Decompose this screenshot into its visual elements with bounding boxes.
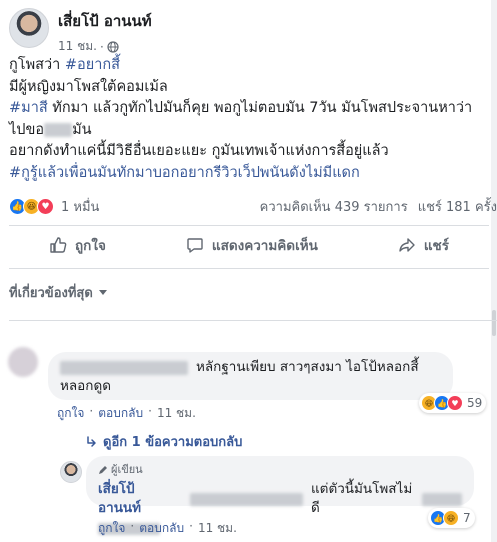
post-author-name[interactable]: เสี่ยโป้ อานนท์	[58, 9, 152, 33]
comment-sort-dropdown[interactable]: ที่เกี่ยวข้องที่สุด	[9, 282, 107, 303]
reply-actions: ถูกใจ · ตอบกลับ · 11 ชม.	[98, 519, 237, 538]
divider	[9, 320, 497, 321]
divider	[9, 225, 489, 226]
hashtag-link[interactable]: #มาสี	[9, 100, 48, 116]
censored-commenter-name[interactable]	[60, 360, 188, 375]
hashtag-link[interactable]: #อยากสี้	[65, 57, 120, 73]
like-label: ถูกใจ	[75, 238, 106, 254]
page-scrollbar[interactable]	[491, 0, 497, 542]
reply-timestamp[interactable]: 11 ชม.	[198, 519, 237, 538]
like-button[interactable]: ถูกใจ	[49, 234, 106, 256]
post-text: มัน	[72, 121, 92, 138]
haha-reaction-icon: 😆	[443, 510, 459, 526]
reply-author-name[interactable]: เสี่ยโป้ อานนท์	[98, 480, 182, 518]
love-reaction-icon: ♥	[37, 198, 54, 215]
comment-reactions[interactable]: 😆 👍 ♥ 59	[419, 393, 487, 413]
share-count[interactable]: แชร์ 181 ครั้ง	[418, 196, 497, 217]
share-arrow-icon	[399, 238, 415, 252]
love-reaction-icon: ♥	[447, 395, 463, 411]
reaction-icons[interactable]: 👍 😆 ♥	[9, 198, 54, 215]
post-stats: 👍 😆 ♥ 1 หมื่น ความคิดเห็น 439 รายการ แชร…	[9, 196, 497, 217]
post-text: ไปขอ	[9, 121, 45, 138]
reply-author-avatar[interactable]	[60, 461, 82, 483]
share-label: แชร์	[423, 238, 449, 254]
comment-reaction-count: 59	[467, 396, 483, 410]
reply-reactions[interactable]: 👍 😆 7	[428, 508, 475, 528]
commenter-avatar[interactable]	[8, 347, 38, 377]
post-header-text: เสี่ยโป้ อานนท์ 11 ชม. ·	[58, 8, 152, 56]
comment-count[interactable]: ความคิดเห็น 439 รายการ	[260, 196, 408, 217]
post-line-4: ไปขอ มัน	[9, 120, 489, 142]
post-line-1: กูโพสว่า #อยากสี้	[9, 55, 489, 77]
reply-bubble: ผู้เขียน เสี่ยโป้ อานนท์ แต่ตัวนี้มันโพส…	[86, 456, 474, 535]
hashtag-link[interactable]: #กูรู้แล้วเพื่อนมันทักมาบอกอยากรีวิวเว็ป…	[9, 165, 360, 181]
comment-line-1: หลักฐานเพียบ สาวๆสงมา ไอโป้หลอกสี้	[60, 358, 441, 377]
comment-line-2: หลอกดูด	[60, 378, 111, 394]
speech-bubble-icon	[187, 238, 203, 253]
post-actions: ถูกใจ แสดงความคิดเห็น แชร์	[9, 234, 489, 256]
comment-like-link[interactable]: ถูกใจ	[57, 404, 84, 423]
view-more-replies-link[interactable]: ดูอีก 1 ข้อความตอบกลับ	[86, 431, 242, 452]
scrollbar-thumb[interactable]	[492, 310, 496, 336]
post-line-2: มีผู้หญิงมาโพสใต้คอมเม้ล	[9, 78, 168, 95]
post-text: ทักมา แล้วกูทักไปมันก็คุย พอกูไม่ตอบมัน …	[47, 100, 473, 116]
post-line-6: #กูรู้แล้วเพื่อนมันทักมาบอกอยากรีวิวเว็ป…	[9, 163, 489, 185]
post-line-5: อยากดังทำแค่นี้มีวิธีอื่นเยอะแยะ กูมันเท…	[9, 143, 389, 159]
stats-right: ความคิดเห็น 439 รายการ แชร์ 181 ครั้ง	[260, 196, 497, 217]
view-more-replies-label: ดูอีก 1 ข้อความตอบกลับ	[103, 435, 243, 450]
share-button[interactable]: แชร์	[398, 234, 449, 256]
reaction-count[interactable]: 1 หมื่น	[61, 196, 99, 217]
reply-reaction-count: 7	[463, 511, 471, 525]
comment-timestamp[interactable]: 11 ชม.	[157, 404, 196, 423]
censored-text	[189, 492, 303, 506]
post-meta: 11 ชม. ·	[58, 37, 152, 56]
globe-icon[interactable]	[107, 40, 119, 53]
separator-dot: ·	[130, 519, 135, 533]
pen-icon	[99, 465, 107, 474]
comment-text: หลักฐานเพียบ สาวๆสงมา ไอโป้หลอกสี้	[196, 359, 419, 375]
separator-dot: ·	[148, 404, 152, 418]
comment-reply-link[interactable]: ตอบกลับ	[98, 404, 143, 423]
divider	[9, 268, 489, 269]
post-timestamp[interactable]: 11 ชม.	[58, 37, 97, 56]
censored-text	[422, 492, 462, 506]
comment-button[interactable]: แสดงความคิดเห็น	[186, 234, 318, 256]
reply-arrow-icon	[87, 435, 96, 447]
post-body: กูโพสว่า #อยากสี้ มีผู้หญิงมาโพสใต้คอมเม…	[9, 55, 489, 184]
caret-down-icon	[98, 290, 107, 295]
meta-separator: ·	[99, 39, 104, 54]
post-text: กูโพสว่า	[9, 57, 65, 73]
censored-text	[44, 122, 73, 137]
post-header: เสี่ยโป้ อานนท์ 11 ชม. ·	[9, 8, 152, 56]
author-badge-label: ผู้เขียน	[111, 463, 143, 476]
sort-label: ที่เกี่ยวข้องที่สุด	[9, 286, 93, 301]
separator-dot: ·	[189, 519, 193, 533]
reply-reply-link[interactable]: ตอบกลับ	[139, 519, 184, 538]
comment-label: แสดงความคิดเห็น	[211, 238, 318, 254]
comment-actions: ถูกใจ · ตอบกลับ · 11 ชม.	[57, 404, 196, 423]
reply-text: แต่ตัวนี้มันโพสไม่ดี	[310, 481, 413, 516]
separator-dot: ·	[89, 404, 94, 418]
reply-like-link[interactable]: ถูกใจ	[98, 519, 125, 538]
author-avatar[interactable]	[9, 8, 49, 48]
thumbs-up-icon	[50, 237, 67, 253]
reply-line-1: เสี่ยโป้ อานนท์ แต่ตัวนี้มันโพสไม่ดี	[98, 480, 462, 518]
author-badge: ผู้เขียน	[98, 460, 462, 479]
post-line-3: #มาสี ทักมา แล้วกูทักไปมันก็คุย พอกูไม่ต…	[9, 98, 489, 120]
comment-bubble: หลักฐานเพียบ สาวๆสงมา ไอโป้หลอกสี้ หลอกด…	[48, 352, 453, 400]
